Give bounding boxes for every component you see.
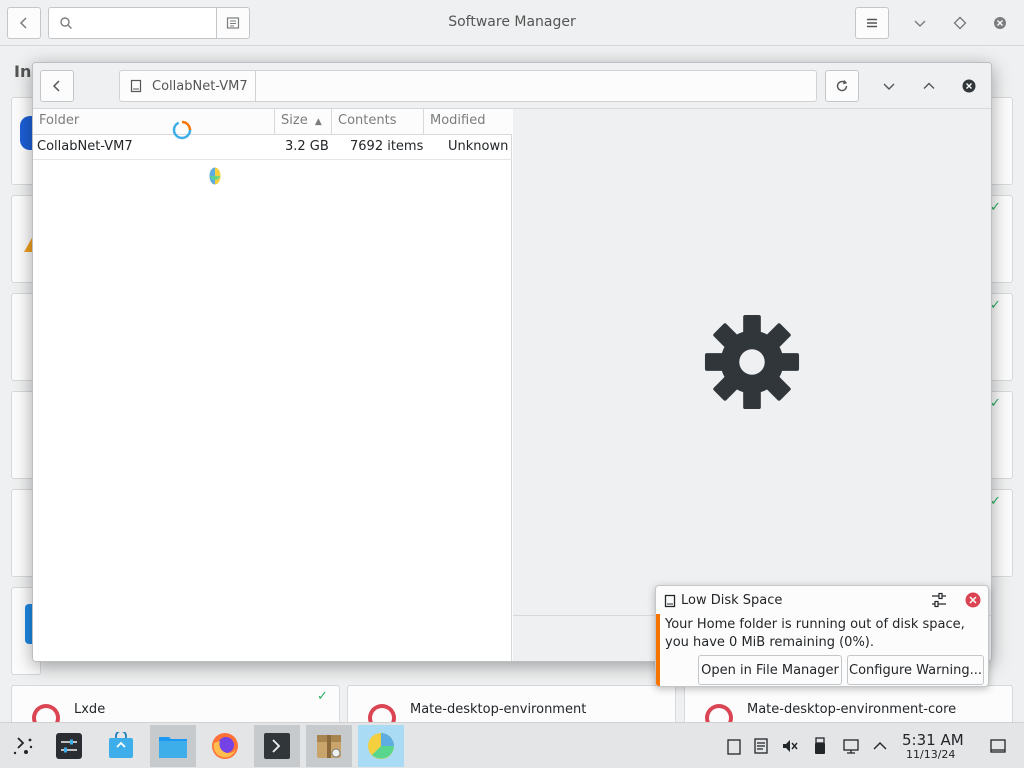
software-manager-header: Software Manager [0,0,1024,46]
show-desktop-icon[interactable] [989,737,1007,755]
cell-modified: Unknown [448,139,509,154]
loading-spinner-icon [172,120,192,140]
pie-chart-icon [368,733,394,759]
busy-cursor-icon [209,167,221,185]
warning-accent-bar [656,614,660,686]
taskbar [0,722,1024,768]
clock-date[interactable]: 11/13/24 [906,748,955,761]
folder-table: Folder Size ▲ Contents Modified CollabNe… [33,109,512,661]
notification-title: Low Disk Space [681,593,783,608]
software-store-icon [109,732,133,758]
firefox-icon [212,733,238,759]
network-wired-icon[interactable] [842,737,860,755]
chevron-left-icon [52,80,60,92]
app-card-title: Mate-desktop-environment-core [747,702,957,717]
cell-folder: CollabNet-VM7 [37,139,133,154]
app-card-title: Lxde [74,702,106,717]
installed-check-icon: ✓ [317,689,328,704]
app-card-mate-core[interactable]: Mate-desktop-environment-core [684,685,1013,732]
hamburger-icon [867,18,877,28]
table-row[interactable]: CollabNet-VM7 3.2 GB 7692 items Unknown [33,135,512,160]
folder-icon [159,737,187,758]
dialog-header: CollabNet-VM7 [33,63,991,109]
sort-ascending-icon: ▲ [314,117,322,127]
column-header-modified[interactable]: Modified [424,109,512,135]
task-software-manager[interactable] [98,725,144,767]
minimize-icon[interactable] [882,79,896,93]
volume-muted-icon[interactable] [781,737,799,755]
column-header-contents[interactable]: Contents [332,109,424,135]
app-card-title: Mate-desktop-environment [410,702,587,717]
column-header-size[interactable]: Size ▲ [275,109,332,135]
clipboard-icon[interactable] [725,737,743,755]
cell-contents: 7692 items [350,139,424,154]
cell-size: 3.2 GB [285,139,329,154]
app-card-lxde[interactable]: Lxde ✓ [11,685,340,732]
refresh-icon [836,80,848,92]
notification-body: Your Home folder is running out of disk … [665,616,985,652]
minimize-icon[interactable] [913,16,927,30]
package-icon [317,735,341,758]
column-header-folder[interactable]: Folder [33,109,275,135]
chart-pane [513,109,991,661]
section-heading: In [14,62,32,81]
task-firefox[interactable] [202,725,248,767]
close-icon[interactable] [993,16,1007,30]
close-icon[interactable] [962,79,976,93]
drive-icon [664,594,676,608]
chevron-up-icon[interactable] [871,737,889,755]
back-button[interactable] [40,70,74,102]
path-bar[interactable]: CollabNet-VM7 [119,70,817,102]
maximize-icon[interactable] [922,79,936,93]
menu-button[interactable] [855,7,889,39]
disk-usage-window: CollabNet-VM7 Folder Size ▲ Contents Mod… [32,62,992,662]
notification-body-line: Your Home folder is running out of disk … [665,617,965,632]
launcher-icon [13,737,33,755]
close-icon[interactable] [965,592,981,608]
drive-icon [130,79,142,93]
terminal-icon [264,733,290,759]
usb-device-icon[interactable] [811,737,829,755]
open-in-file-manager-button[interactable]: Open in File Manager [698,655,842,685]
task-file-manager[interactable] [150,725,196,767]
path-segment-label: CollabNet-VM7 [152,78,248,94]
low-disk-notification: Low Disk Space Your Home folder is runni… [655,585,989,687]
task-system-settings[interactable] [46,725,92,767]
app-launcher-button[interactable] [0,725,46,767]
column-header-size-label: Size [281,113,308,128]
notification-body-line: you have 0 MiB remaining (0%). [665,635,875,650]
app-card-mate[interactable]: Mate-desktop-environment [347,685,676,732]
rescan-button[interactable] [825,70,859,102]
settings-app-icon [56,733,82,759]
notes-icon[interactable] [752,737,770,755]
task-archive-manager[interactable] [306,725,352,767]
configure-warning-button[interactable]: Configure Warning... [847,655,984,685]
task-disk-usage-analyzer[interactable] [358,725,404,767]
settings-sliders-icon[interactable] [930,591,948,609]
gear-icon [704,314,800,410]
maximize-icon[interactable] [953,16,967,30]
path-segment[interactable]: CollabNet-VM7 [120,71,256,101]
task-terminal[interactable] [254,725,300,767]
clock-time[interactable]: 5:31 AM [902,731,964,749]
